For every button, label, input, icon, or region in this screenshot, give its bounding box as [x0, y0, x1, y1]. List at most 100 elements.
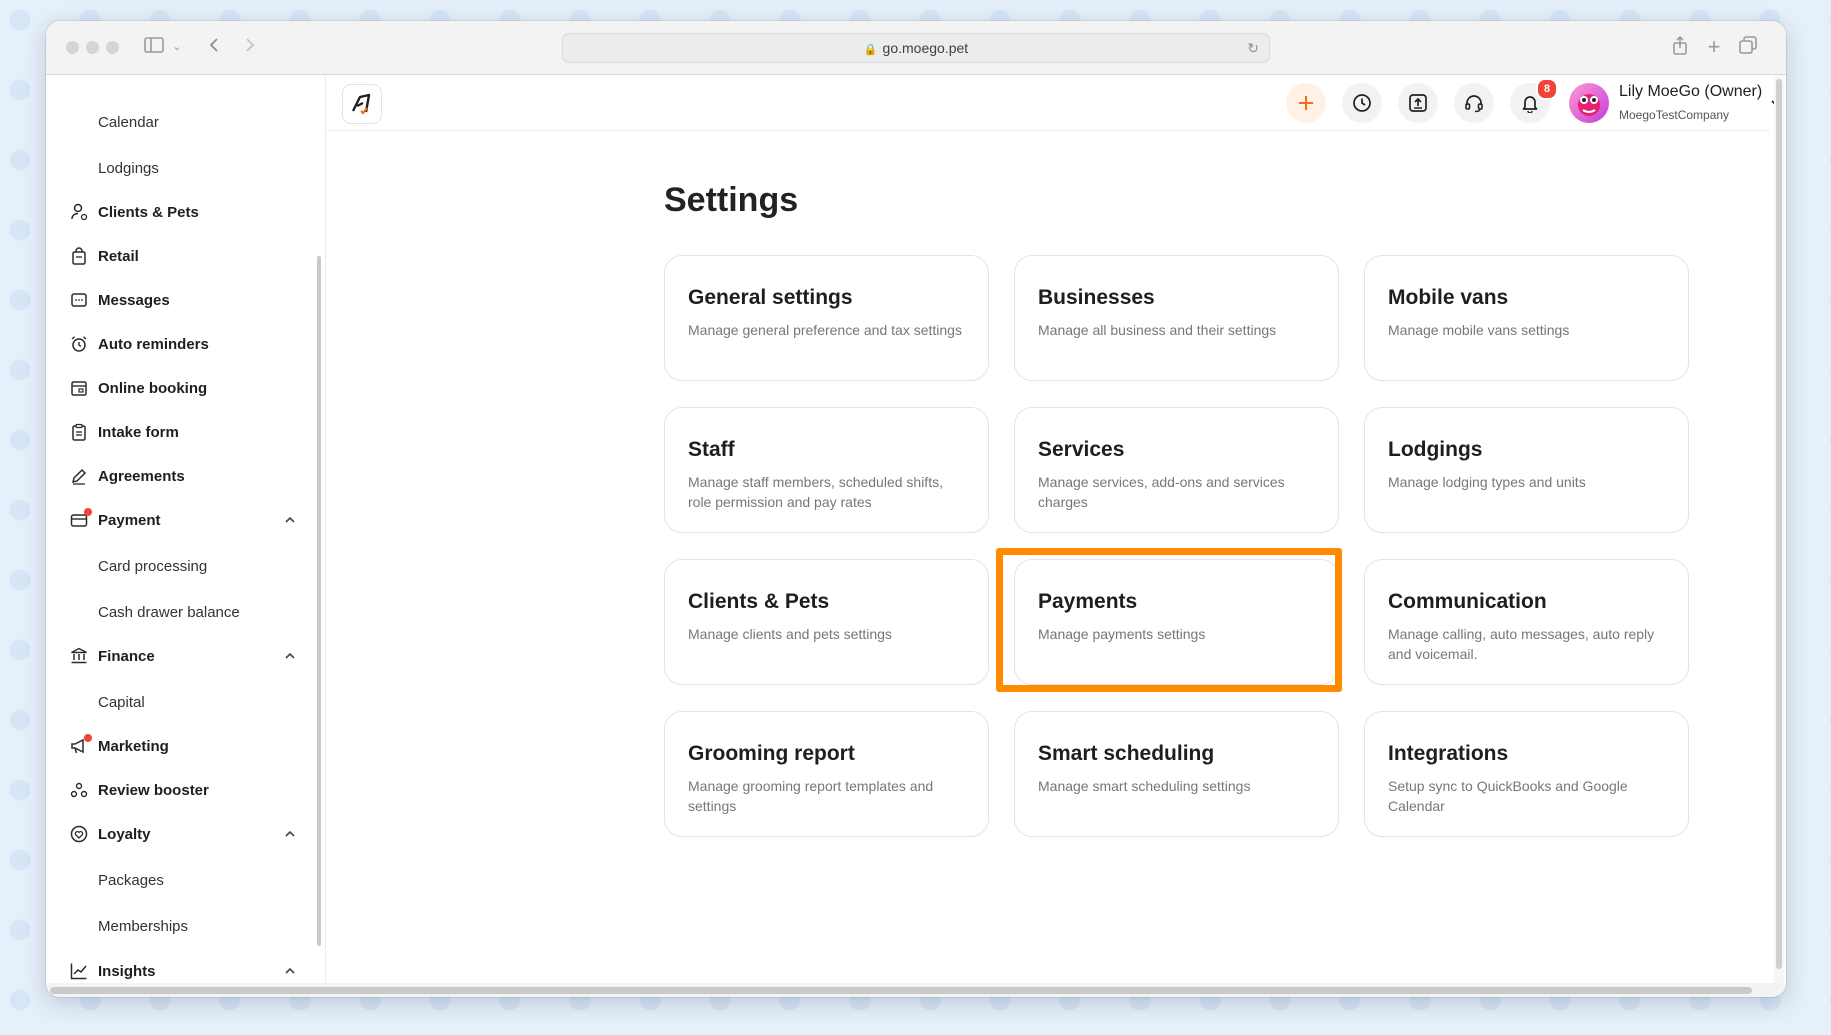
tabs-icon[interactable] — [1738, 36, 1758, 58]
sidebar-item-label: Online booking — [98, 379, 208, 397]
chevron-up-icon[interactable] — [282, 963, 298, 979]
sidebar-item-label: Auto reminders — [98, 335, 209, 353]
sidebar-item-memberships[interactable]: Memberships — [46, 906, 317, 946]
new-tab-icon[interactable]: + — [1704, 36, 1724, 58]
sidebar-nav: Calendar Lodgings Clients & Pets Retail … — [46, 75, 326, 997]
settings-card-staff[interactable]: Staff Manage staff members, scheduled sh… — [664, 407, 989, 533]
vertical-scrollbar-thumb[interactable] — [1776, 79, 1782, 969]
sidebar-item-label: Review booster — [98, 781, 209, 799]
notification-dot — [84, 734, 92, 742]
company-name: MoegoTestCompany — [1619, 108, 1730, 122]
calendar-booking-icon — [70, 379, 88, 397]
settings-card-communication[interactable]: Communication Manage calling, auto messa… — [1364, 559, 1689, 685]
add-button[interactable] — [1286, 83, 1326, 123]
card-description: Manage lodging types and units — [1388, 474, 1586, 490]
sidebar-item-label: Payment — [98, 511, 161, 529]
message-icon — [70, 291, 88, 309]
sidebar-item-label: Finance — [98, 647, 155, 665]
upload-button[interactable] — [1398, 83, 1438, 123]
card-title: Mobile vans — [1388, 286, 1509, 309]
sidebar-item-capital[interactable]: Capital — [46, 682, 317, 722]
card-title: Integrations — [1388, 742, 1509, 765]
avatar[interactable] — [1569, 83, 1609, 123]
clipboard-icon — [70, 423, 88, 441]
forward-icon[interactable] — [240, 36, 260, 58]
zoom-window-button[interactable] — [106, 41, 119, 54]
main-content: 8 Lily MoeGo (Owner) MoegoTestCompany Se… — [326, 75, 1783, 983]
sidebar-item-label: Loyalty — [98, 825, 151, 843]
upload-icon — [1409, 94, 1427, 112]
megaphone-icon — [70, 734, 92, 755]
chevron-up-icon[interactable] — [282, 826, 298, 842]
settings-card-payments[interactable]: Payments Manage payments settings — [1014, 559, 1339, 685]
sidebar-item-packages[interactable]: Packages — [46, 860, 317, 900]
card-description: Manage payments settings — [1038, 626, 1206, 642]
card-title: Payments — [1038, 590, 1138, 613]
chevron-up-icon[interactable] — [282, 512, 298, 528]
card-description: Manage services, add-ons and services ch… — [1038, 474, 1285, 510]
sidebar-item-card-processing[interactable]: Card processing — [46, 546, 317, 586]
pen-icon — [70, 467, 88, 485]
sidebar-toggle-icon[interactable] — [142, 36, 166, 58]
loyalty-icon — [70, 825, 88, 843]
user-icon — [70, 203, 88, 221]
plus-icon — [1299, 96, 1313, 110]
sidebar-item-auto-reminders[interactable]: Auto reminders — [46, 324, 317, 364]
close-window-button[interactable] — [66, 41, 79, 54]
sidebar-item-label: Capital — [98, 693, 145, 711]
settings-card-businesses[interactable]: Businesses Manage all business and their… — [1014, 255, 1339, 381]
horizontal-scrollbar-thumb[interactable] — [50, 987, 1752, 994]
settings-card-clients-pets[interactable]: Clients & Pets Manage clients and pets s… — [664, 559, 989, 685]
sidebar-item-calendar[interactable]: Calendar — [46, 102, 317, 142]
sidebar-item-marketing[interactable]: Marketing — [46, 726, 317, 766]
sidebar-item-label: Agreements — [98, 467, 185, 485]
sidebar-item-label: Insights — [98, 962, 156, 980]
settings-card-grooming-report[interactable]: Grooming report Manage grooming report t… — [664, 711, 989, 837]
card-title: Grooming report — [688, 742, 855, 765]
user-name[interactable]: Lily MoeGo (Owner) — [1619, 83, 1762, 101]
settings-card-smart-scheduling[interactable]: Smart scheduling Manage smart scheduling… — [1014, 711, 1339, 837]
notifications-button[interactable]: 8 — [1510, 78, 1558, 123]
settings-card-integrations[interactable]: Integrations Setup sync to QuickBooks an… — [1364, 711, 1689, 837]
support-button[interactable] — [1454, 83, 1494, 123]
settings-card-services[interactable]: Services Manage services, add-ons and se… — [1014, 407, 1339, 533]
sidebar-item-lodgings[interactable]: Lodgings — [46, 148, 317, 188]
bag-icon — [70, 247, 88, 265]
horizontal-scrollbar[interactable] — [46, 983, 1786, 997]
chevron-up-icon[interactable] — [282, 648, 298, 664]
card-title: Businesses — [1038, 286, 1155, 309]
page-title: Settings — [664, 181, 799, 219]
browser-toolbar: ⌄ 🔒 go.moego.pet ↻ + — [46, 21, 1786, 75]
sidebar-item-label: Calendar — [98, 113, 159, 131]
settings-card-mobile-vans[interactable]: Mobile vans Manage mobile vans settings — [1364, 255, 1689, 381]
sidebar-scrollbar[interactable] — [317, 256, 321, 946]
address-bar[interactable]: 🔒 go.moego.pet ↻ — [562, 33, 1270, 63]
sidebar-item-review-booster[interactable]: Review booster — [46, 770, 317, 810]
chart-icon — [70, 962, 88, 980]
sidebar-item-online-booking[interactable]: Online booking — [46, 368, 317, 408]
settings-card-general[interactable]: General settings Manage general preferen… — [664, 255, 989, 381]
sidebar-item-clients-pets[interactable]: Clients & Pets — [46, 192, 317, 232]
headset-icon — [1465, 95, 1483, 113]
reload-icon[interactable]: ↻ — [1247, 34, 1259, 62]
sidebar-item-cash-drawer-balance[interactable]: Cash drawer balance — [46, 592, 317, 632]
minimize-window-button[interactable] — [86, 41, 99, 54]
sidebar-item-label: Cash drawer balance — [98, 603, 240, 621]
sidebar-item-intake-form[interactable]: Intake form — [46, 412, 317, 452]
sidebar-item-retail[interactable]: Retail — [46, 236, 317, 276]
history-button[interactable] — [1342, 83, 1382, 123]
sidebar-item-payment[interactable]: Payment — [46, 500, 317, 540]
sidebar-item-loyalty[interactable]: Loyalty — [46, 814, 317, 854]
settings-card-lodgings[interactable]: Lodgings Manage lodging types and units — [1364, 407, 1689, 533]
sidebar-item-finance[interactable]: Finance — [46, 636, 317, 676]
back-icon[interactable] — [204, 36, 224, 58]
moego-logo[interactable] — [342, 84, 382, 124]
card-description: Manage staff members, scheduled shifts, … — [688, 474, 943, 510]
vertical-scrollbar[interactable] — [1774, 75, 1784, 983]
sidebar-item-agreements[interactable]: Agreements — [46, 456, 317, 496]
sidebar-item-messages[interactable]: Messages — [46, 280, 317, 320]
card-description: Manage general preference and tax settin… — [688, 322, 962, 338]
share-icon[interactable] — [1670, 35, 1690, 58]
tab-overview-chevron-icon[interactable]: ⌄ — [170, 36, 184, 58]
sidebar-item-label: Packages — [98, 871, 164, 889]
